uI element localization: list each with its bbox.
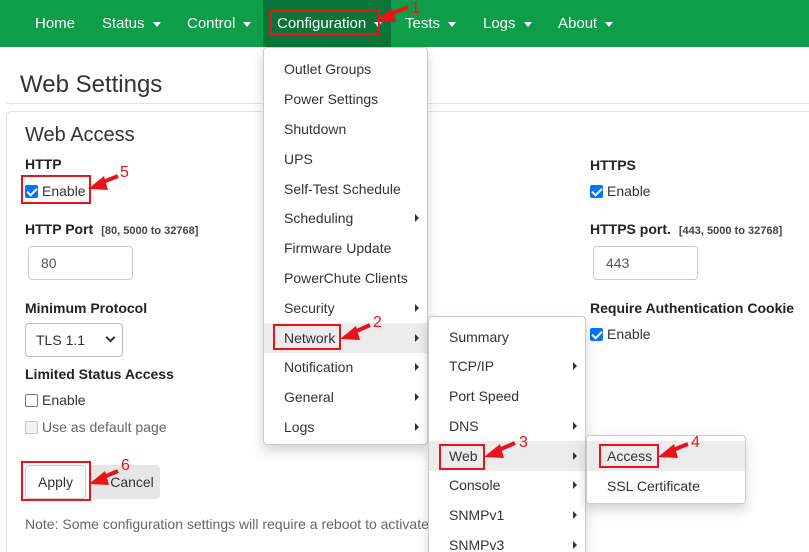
annotation-step-4: 4 bbox=[691, 434, 700, 451]
annotation-step-3: 3 bbox=[519, 434, 528, 451]
annotation-arrow-4 bbox=[658, 442, 689, 458]
annotation-arrow-6 bbox=[89, 469, 119, 485]
annotation-arrow-1 bbox=[376, 5, 409, 22]
annotation-arrow-3 bbox=[484, 441, 516, 458]
annotation-arrow-2 bbox=[340, 323, 371, 340]
annotation-step-5: 5 bbox=[120, 164, 129, 181]
annotation-step-6: 6 bbox=[121, 457, 130, 474]
annotation-arrow-5 bbox=[88, 174, 119, 190]
annotation-step-2: 2 bbox=[373, 314, 382, 331]
annotation-step-1: 1 bbox=[411, 0, 420, 17]
